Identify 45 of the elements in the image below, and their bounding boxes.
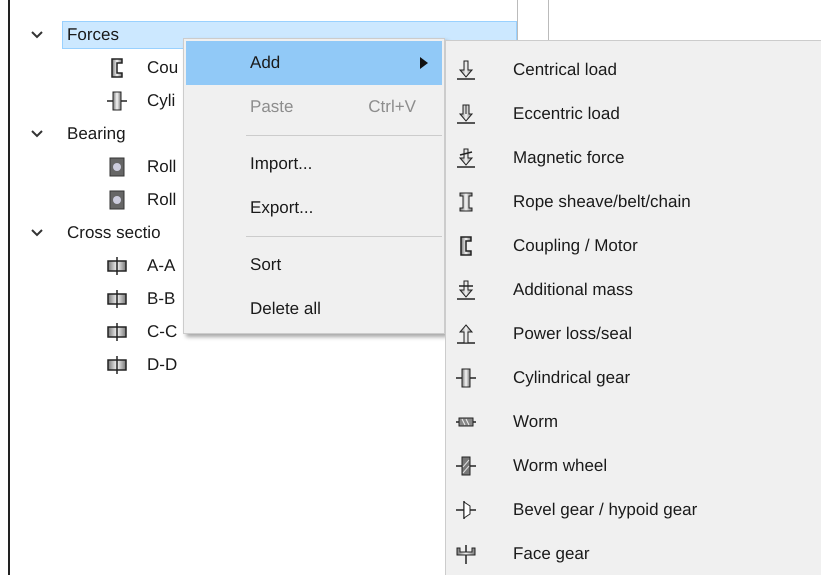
submenu-item[interactable]: Power loss/seal bbox=[446, 312, 821, 356]
tree-item[interactable]: Roll bbox=[142, 152, 182, 180]
up-arrow-icon bbox=[455, 323, 477, 345]
down-arrow-icon bbox=[455, 59, 477, 81]
weight-arrow-icon bbox=[455, 279, 477, 301]
gear-block-icon bbox=[455, 367, 477, 389]
tree-item[interactable]: B-B bbox=[142, 284, 180, 312]
tree-item[interactable]: D-D bbox=[142, 350, 182, 378]
tree-item[interactable]: Cross sectio bbox=[62, 218, 166, 246]
menu-item[interactable]: Import... bbox=[186, 142, 442, 186]
face-gear-icon bbox=[455, 543, 477, 565]
menu-item[interactable]: Sort bbox=[186, 243, 442, 287]
tree-item[interactable]: C-C bbox=[142, 318, 182, 346]
submenu-item[interactable]: Eccentric load bbox=[446, 92, 821, 136]
submenu-item[interactable]: Face gear bbox=[446, 532, 821, 575]
menu-item[interactable]: Export... bbox=[186, 186, 442, 230]
submenu-item[interactable]: Additional mass bbox=[446, 268, 821, 312]
double-down-arrow-icon bbox=[455, 103, 477, 125]
menu-item[interactable]: Add bbox=[186, 41, 442, 85]
section-icon bbox=[106, 354, 128, 376]
tree-item[interactable]: A-A bbox=[142, 252, 180, 280]
submenu-item[interactable]: Worm bbox=[446, 400, 821, 444]
chevron-down-icon[interactable] bbox=[30, 228, 44, 238]
tree-item[interactable]: Bearing bbox=[62, 120, 131, 148]
section-icon bbox=[106, 254, 128, 276]
chevron-down-icon[interactable] bbox=[30, 128, 44, 138]
menu-item[interactable]: Delete all bbox=[186, 287, 442, 331]
submenu-item[interactable]: Worm wheel bbox=[446, 444, 821, 488]
submenu-item[interactable]: Magnetic force bbox=[446, 136, 821, 180]
submenu-item[interactable]: Cylindrical gear bbox=[446, 356, 821, 400]
hatched-block-icon bbox=[455, 455, 477, 477]
submenu-item[interactable]: Centrical load bbox=[446, 48, 821, 92]
submenu-item[interactable]: Bevel gear / hypoid gear bbox=[446, 488, 821, 532]
submenu-arrow-icon bbox=[420, 57, 428, 69]
gear-block-icon bbox=[106, 90, 128, 112]
section-icon bbox=[106, 320, 128, 342]
chevron-down-icon[interactable] bbox=[30, 30, 44, 40]
magnet-arrow-icon bbox=[455, 147, 477, 169]
submenu-item[interactable]: Rope sheave/belt/chain bbox=[446, 180, 821, 224]
tree-item[interactable]: Cou bbox=[142, 54, 184, 82]
submenu-item[interactable]: Coupling / Motor bbox=[446, 224, 821, 268]
tree-item[interactable]: Roll bbox=[142, 186, 182, 214]
cone-icon bbox=[455, 499, 477, 521]
tree-item[interactable]: Cyli bbox=[142, 86, 180, 114]
section-icon bbox=[106, 288, 128, 310]
